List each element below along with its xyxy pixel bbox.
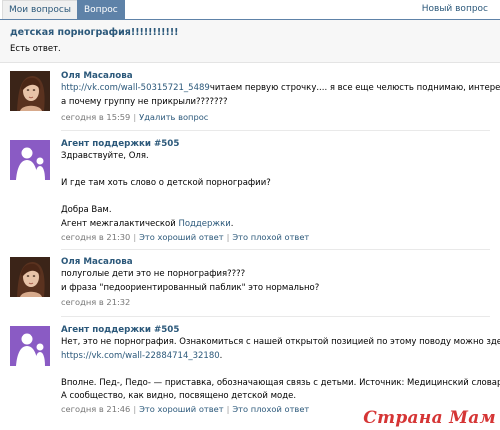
message-meta: сегодня в 21:30 | Это хороший ответ | Это пл… <box>61 232 310 242</box>
message-text: http://vk.com/wall-50315721_5489читаем п… <box>61 82 500 109</box>
tab-bar: Мои вопросы Вопрос Новый вопрос <box>0 0 500 20</box>
message-author[interactable]: Оля Масалова <box>61 257 133 267</box>
message-author[interactable]: Агент поддержки #505 <box>61 139 179 149</box>
topic-title: детская порнография!!!!!!!!!!! <box>10 27 179 38</box>
good-answer-button[interactable]: Это хороший ответ <box>139 404 223 414</box>
tab-my-questions[interactable]: Мои вопросы <box>2 0 78 19</box>
link-suffix: . <box>219 350 223 361</box>
message-text-line1: полуголые дети это не порнография???? <box>61 269 246 279</box>
topic-status: Есть ответ. <box>10 44 61 54</box>
message-text-line4: А сообщество, как видно, посвящено детск… <box>61 391 297 401</box>
message-text-line1: Нет, это не порнография. Ознакомиться с … <box>61 337 500 347</box>
divider <box>61 316 490 317</box>
tab-question[interactable]: Вопрос <box>77 0 125 20</box>
post-link[interactable]: http://vk.com/wall-50315721_5489 <box>61 83 210 93</box>
message-text: полуголые дети это не порнография???? и … <box>61 268 481 295</box>
divider <box>61 130 490 131</box>
user-avatar[interactable] <box>10 71 50 111</box>
signature-prefix: Агент межгалактической <box>61 218 179 229</box>
message-meta: сегодня в 15:59 | Удалить вопрос <box>61 112 209 122</box>
support-link[interactable]: Поддержки <box>178 219 230 229</box>
post-link[interactable]: https://vk.com/wall-22884714_32180 <box>61 351 220 361</box>
message-line: Добра Вам. <box>61 205 112 215</box>
message-text-line2: а почему группу не прикрыли??????? <box>61 96 228 107</box>
message-line: Здравствуйте, Оля. <box>61 151 149 161</box>
message-text: Нет, это не порнография. Ознакомиться с … <box>61 336 500 404</box>
message-author[interactable]: Оля Масалова <box>61 71 133 81</box>
agent-avatar[interactable] <box>10 140 50 180</box>
message-author[interactable]: Агент поддержки #505 <box>61 325 179 335</box>
user-avatar[interactable] <box>10 257 50 297</box>
message-text: Здравствуйте, Оля. И где там хоть слово … <box>61 150 481 231</box>
topic-header: детская порнография!!!!!!!!!!! Есть отве… <box>0 20 500 63</box>
message-text-line3: Вполне. Пед-, Педо- — приставка, обознач… <box>61 377 500 388</box>
message-meta: сегодня в 21:46 | Это хороший ответ | Это пл… <box>61 404 310 414</box>
message-time: сегодня в 21:30 <box>61 232 131 242</box>
agent-avatar[interactable] <box>10 326 50 366</box>
message-time: сегодня в 21:46 <box>61 404 131 414</box>
bad-answer-button[interactable]: Это плохой ответ <box>232 232 309 242</box>
divider <box>61 249 490 250</box>
bad-answer-button[interactable]: Это плохой ответ <box>232 404 309 414</box>
message-text-line1: читаем первую строчку.... я все еще челю… <box>209 83 500 93</box>
delete-question-button[interactable]: Удалить вопрос <box>139 112 208 122</box>
signature-suffix: . <box>230 218 234 229</box>
message-line: И где там хоть слово о детской порнограф… <box>61 178 271 188</box>
watermark-logo: Страна Мам <box>363 408 496 428</box>
message-time: сегодня в 15:59 <box>61 112 131 122</box>
message-text-line2: и фраза "педоориентированный паблик" это… <box>61 282 320 293</box>
message-time: сегодня в 21:32 <box>61 297 131 307</box>
new-question-link[interactable]: Новый вопрос <box>416 0 494 18</box>
good-answer-button[interactable]: Это хороший ответ <box>139 232 223 242</box>
message-meta: сегодня в 21:32 <box>61 297 130 307</box>
